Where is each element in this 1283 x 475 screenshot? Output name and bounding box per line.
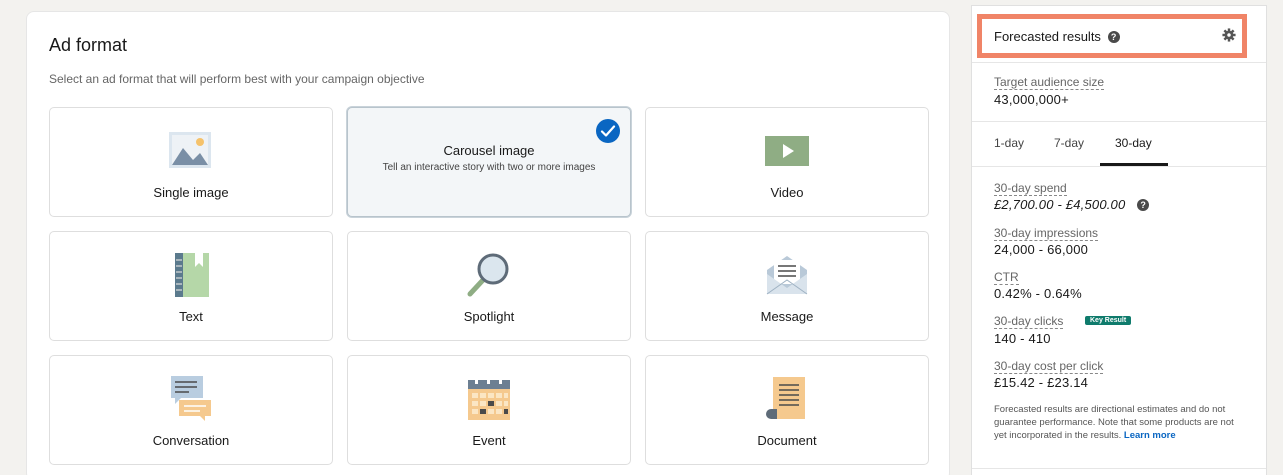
forecast-disclaimer: Forecasted results are directional estim…	[994, 403, 1244, 442]
envelope-icon	[766, 256, 808, 295]
forecast-title-text: Forecasted results	[994, 29, 1101, 44]
divider	[972, 468, 1266, 469]
audience-size-label: Target audience size	[994, 75, 1105, 90]
ad-format-card-video[interactable]: Video	[645, 107, 929, 217]
magnifier-icon	[467, 253, 509, 297]
ad-format-card-message[interactable]: Message	[645, 231, 929, 341]
chat-bubbles-icon	[171, 376, 211, 421]
ctr-value: 0.42% - 0.64%	[994, 286, 1082, 301]
ad-format-subtitle: Select an ad format that will perform be…	[49, 72, 425, 86]
ad-format-card-single-image[interactable]: Single image	[49, 107, 333, 217]
clicks-label: 30-day clicks	[994, 314, 1064, 329]
impressions-label: 30-day impressions	[994, 226, 1099, 241]
clicks-value: 140 - 410	[994, 331, 1051, 346]
forecasted-results-panel: Forecasted results ? Target audience siz…	[971, 5, 1267, 475]
ad-format-card-carousel-image[interactable]: Carousel image Tell an interactive story…	[347, 107, 631, 217]
ad-format-title: Ad format	[49, 35, 128, 55]
spend-value: £2,700.00 - £4,500.00 ?	[994, 197, 1150, 212]
ad-format-card-conversation[interactable]: Conversation	[49, 355, 333, 465]
card-label: Event	[472, 433, 506, 448]
checkmark-icon	[596, 119, 620, 143]
cost-per-click-value: £15.42 - £23.14	[994, 375, 1089, 390]
tab-7-day[interactable]: 7-day	[1054, 136, 1084, 150]
card-description: Tell an interactive story with two or mo…	[382, 162, 596, 173]
learn-more-link[interactable]: Learn more	[1124, 430, 1176, 441]
divider	[972, 62, 1266, 63]
tab-30-day[interactable]: 30-day	[1115, 136, 1152, 150]
card-label: Document	[757, 433, 817, 448]
gear-icon[interactable]	[1222, 28, 1236, 42]
impressions-value: 24,000 - 66,000	[994, 242, 1089, 257]
ad-format-panel: Ad format Select an ad format that will …	[26, 11, 950, 475]
card-label: Text	[179, 309, 203, 324]
divider	[972, 166, 1266, 167]
card-label: Video	[770, 185, 804, 200]
card-label: Carousel image	[443, 143, 535, 158]
help-icon[interactable]: ?	[1137, 199, 1150, 211]
ad-format-card-spotlight[interactable]: Spotlight	[347, 231, 631, 341]
disclaimer-text: Forecasted results are directional estim…	[994, 404, 1234, 441]
help-icon[interactable]: ?	[1107, 31, 1120, 43]
ctr-label: CTR	[994, 270, 1019, 285]
card-label: Conversation	[152, 433, 230, 448]
forecast-period-tabs: 1-day 7-day 30-day	[972, 124, 1266, 166]
ad-format-card-event[interactable]: Event	[347, 355, 631, 465]
divider	[972, 121, 1266, 122]
forecast-header: Forecasted results ?	[977, 14, 1247, 58]
card-label: Message	[760, 309, 814, 324]
spend-label: 30-day spend	[994, 181, 1067, 196]
tab-1-day[interactable]: 1-day	[994, 136, 1024, 150]
calendar-icon	[468, 376, 510, 420]
card-label: Spotlight	[463, 309, 515, 324]
forecast-title: Forecasted results ?	[994, 29, 1120, 44]
audience-size-value: 43,000,000+	[994, 92, 1069, 107]
document-icon	[766, 377, 805, 419]
notebook-icon	[175, 253, 209, 297]
spend-value-text: £2,700.00 - £4,500.00	[994, 197, 1126, 212]
ad-format-card-text[interactable]: Text	[49, 231, 333, 341]
video-play-icon	[765, 136, 809, 166]
card-label: Single image	[153, 185, 229, 200]
cost-per-click-label: 30-day cost per click	[994, 359, 1104, 374]
image-icon	[169, 132, 211, 168]
key-result-badge: Key Result	[1085, 316, 1132, 325]
ad-format-card-document[interactable]: Document	[645, 355, 929, 465]
